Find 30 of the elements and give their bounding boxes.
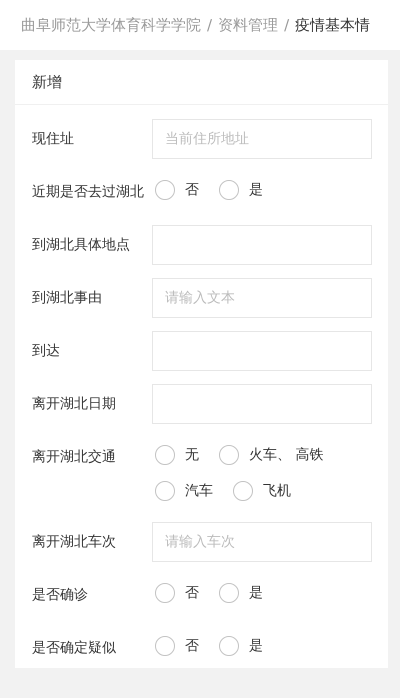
radio-option[interactable]: 火车、 高铁 xyxy=(219,437,324,473)
radio-option[interactable]: 否 xyxy=(155,172,199,208)
text-field[interactable] xyxy=(152,225,372,265)
breadcrumb-separator: / xyxy=(284,16,290,34)
field-label: 是否确诊 xyxy=(32,586,89,605)
radio-option[interactable]: 汽车 xyxy=(155,473,213,509)
radio-option[interactable]: 否 xyxy=(155,628,199,664)
breadcrumb-separator: / xyxy=(207,16,212,34)
field-label: 到达 xyxy=(32,342,61,361)
field-label: 离开湖北日期 xyxy=(32,395,117,414)
field-label: 是否确定疑似 xyxy=(32,639,117,658)
field-label: 离开湖北交通 xyxy=(32,448,117,467)
field-label: 离开湖北车次 xyxy=(32,533,117,552)
text-field[interactable]: 当前住所地址 xyxy=(152,119,372,159)
field-label: 近期是否去过湖北 xyxy=(32,183,145,202)
radio-option[interactable]: 无 xyxy=(155,437,199,473)
radio-option[interactable]: 是 xyxy=(219,172,263,208)
radio-option[interactable]: 否 xyxy=(155,575,199,611)
field-label: 到湖北具体地点 xyxy=(32,236,131,255)
text-field[interactable] xyxy=(152,331,372,371)
text-field[interactable]: 请输入文本 xyxy=(152,278,372,318)
card-title: 新增 xyxy=(15,60,388,105)
text-field[interactable]: 请输入车次 xyxy=(152,522,372,562)
radio-option[interactable]: 飞机 xyxy=(233,473,291,509)
field-label: 现住址 xyxy=(32,130,75,149)
text-field[interactable] xyxy=(152,384,372,424)
radio-option[interactable]: 是 xyxy=(219,628,263,664)
breadcrumb-link[interactable]: 疫情基本情 xyxy=(295,16,370,34)
radio-option[interactable]: 是 xyxy=(219,575,263,611)
field-label: 到湖北事由 xyxy=(32,289,103,308)
